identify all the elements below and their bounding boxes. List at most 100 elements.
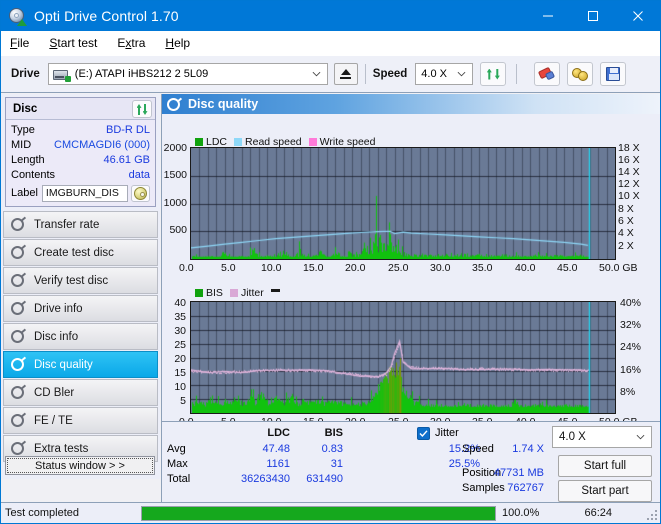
legend-jitter: Jitter [229,287,264,299]
bis-ytick-35: 35 [174,311,186,323]
ldc-y2tick-10x: 10 X [618,190,640,202]
ldc-y2tick-8x: 8 X [618,203,634,215]
speed-label: Speed [372,68,408,80]
ldc-xtick-45: 45.0 [557,262,578,274]
sidebar-item-label: Extra tests [34,442,89,455]
stats-header-bis: BIS [324,427,343,439]
disc-row-type: Type BD-R DL [11,122,150,137]
minimize-icon[interactable] [525,1,570,31]
bis-y2tick-32pct: 32% [620,319,642,331]
eject-button[interactable] [333,63,358,85]
page-title: Disc quality [188,97,259,111]
disc-label-row: Label IMGBURN_DIS [11,183,150,203]
disc-row-contents: Contents data [11,167,150,182]
disc-label-key: Label [11,187,38,199]
menu-file[interactable]: File [10,34,39,52]
window-title: Opti Drive Control 1.70 [34,8,179,24]
disc-row-mid: MID CMCMAGDI6 (000) [11,137,150,152]
ldc-ytick-500: 500 [169,224,187,236]
close-icon[interactable] [615,1,660,31]
bis-plot-canvas [191,302,615,413]
sidebar-item-drive-info[interactable]: Drive info [3,295,158,322]
status-bar: Test completed 100.0% 66:24 [1,502,660,523]
disc-label-field[interactable]: IMGBURN_DIS [41,184,128,202]
maximize-icon[interactable] [570,1,615,31]
ldc-xtick-25: 25.0 [388,262,409,274]
disc-row-contents-value: data [128,168,150,181]
status-message: Test completed [5,507,79,519]
stats-row-max-bis: 31 [330,458,343,470]
eject-icon [340,69,352,79]
disc-row-length-key: Length [11,153,45,166]
ldc-xtick-40: 40.0 [515,262,536,274]
ldc-xtick-35: 35.0 [472,262,493,274]
extra-tests-icon [10,440,27,456]
sidebar-item-label: Disc quality [34,358,93,371]
disc-row-length-value: 46.61 GB [103,153,150,166]
bis-plot-area [190,301,616,414]
sidebar-item-verify-test-disc[interactable]: Verify test disc [3,267,158,294]
bis-chart-legend: BIS Jitter [195,287,290,299]
menu-extra[interactable]: Extra [117,34,155,52]
bis-ytick-10: 10 [174,381,186,393]
erase-disc-icon [537,66,556,81]
sidebar-item-label: Disc info [34,330,79,343]
progress-percent: 100.0% [502,507,540,519]
ldc-ytick-1500: 1500 [163,169,187,181]
legend-jitter-label: Jitter [240,287,264,299]
ldc-y2tick-12x: 12 X [618,178,640,190]
window-controls [525,1,660,31]
test-speed-select[interactable]: 4.0 X [552,426,652,448]
sidebar-item-disc-quality[interactable]: Disc quality [3,351,158,378]
ldc-y2tick-2x: 2 X [618,240,634,252]
sidebar: Disc Type BD-R DL MID CMCMAGDI6 (000) Le… [1,94,160,479]
elapsed-time: 66:24 [584,507,612,519]
title-bar: Opti Drive Control 1.70 [1,1,660,31]
sidebar-item-disc-info[interactable]: Disc info [3,323,158,350]
create-test-disc-icon [10,244,27,260]
bis-ytick-5: 5 [180,395,186,407]
speed-select[interactable]: 4.0 X [415,63,474,85]
toolbar-divider-1 [364,64,366,84]
ldc-y2tick-4x: 4 X [618,227,634,239]
stats-row-total-key: Total [167,473,191,485]
sidebar-item-create-test-disc[interactable]: Create test disc [3,239,158,266]
fe-te-icon [10,412,27,428]
disc-row-contents-key: Contents [11,168,56,181]
sidebar-item-fe-te[interactable]: FE / TE [3,407,158,434]
cd-bler-icon [10,384,27,400]
stats-speed-key: Speed [462,443,494,455]
drive-select[interactable]: (E:) ATAPI iHBS212 2 5L09 [47,63,328,85]
app-window: Opti Drive Control 1.70 File Start test … [0,0,661,524]
disc-panel-title: Disc [13,102,38,115]
resize-grip[interactable] [646,509,658,521]
drive-icon [52,67,71,82]
refresh-button[interactable] [480,62,507,86]
sidebar-item-label: Create test disc [34,246,114,259]
bis-ytick-20: 20 [174,353,186,365]
start-part-button[interactable]: Start part [558,480,652,502]
erase-disc-button[interactable] [534,62,561,86]
settings-button[interactable] [567,62,594,86]
bis-y2tick-40pct: 40% [620,297,642,309]
start-full-button[interactable]: Start full [558,455,652,477]
refresh-icon [136,102,149,115]
app-disc-drive-icon [8,7,27,26]
disc-label-disc-button[interactable] [131,184,150,202]
ldc-xtick-15: 15.0 [303,262,324,274]
bis-ytick-40: 40 [174,297,186,309]
sidebar-item-cd-bler[interactable]: CD Bler [3,379,158,406]
sidebar-item-transfer-rate[interactable]: Transfer rate [3,211,158,238]
jitter-checkbox[interactable] [417,427,430,440]
ldc-plot-area [190,147,616,260]
ldc-y2tick-16x: 16 X [618,154,640,166]
menu-start-test[interactable]: Start test [49,34,107,52]
chevron-down-icon [636,434,645,440]
disc-refresh-button[interactable] [132,99,152,118]
save-button[interactable] [600,62,627,86]
disc-info-rows: Type BD-R DL MID CMCMAGDI6 (000) Length … [6,120,155,206]
menu-help[interactable]: Help [165,34,200,52]
stats-panel: LDC BIS Avg 47.48 0.83 Max 1161 31 Total… [161,421,660,504]
status-window-button[interactable]: Status window > > [5,456,155,475]
sidebar-item-label: FE / TE [34,414,73,427]
